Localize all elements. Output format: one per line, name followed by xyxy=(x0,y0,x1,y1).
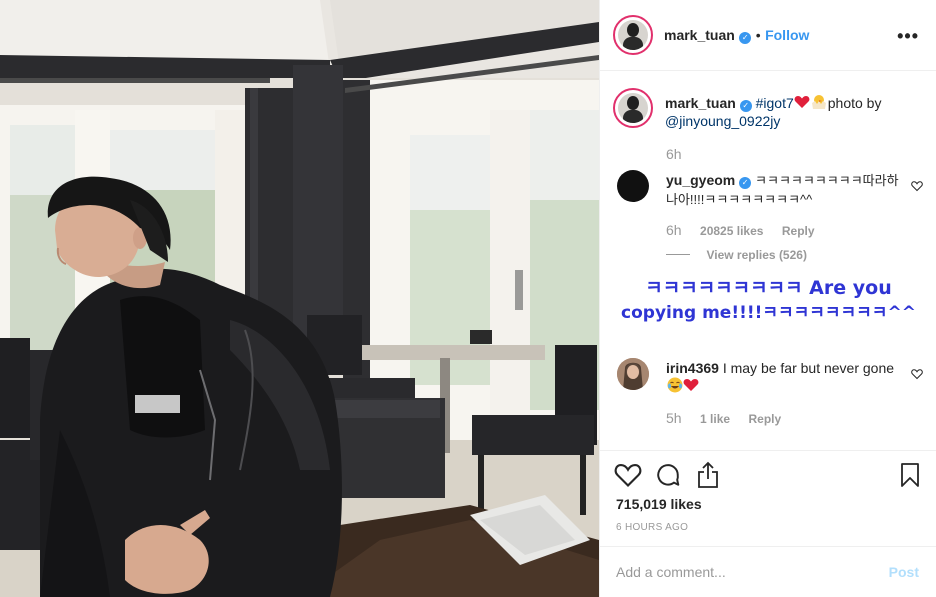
author-avatar[interactable] xyxy=(613,15,653,55)
comment-likes[interactable]: 20825 likes xyxy=(700,224,763,238)
share-icon[interactable] xyxy=(696,461,720,489)
view-replies-label[interactable]: View replies (526) xyxy=(706,248,807,262)
more-options-icon[interactable]: ••• xyxy=(897,26,919,47)
comment-username[interactable]: irin4369 xyxy=(666,360,719,376)
comment-1-meta: 6h 20825 likes Reply xyxy=(666,222,815,240)
comment-like-heart-icon[interactable] xyxy=(911,180,923,192)
author-username[interactable]: mark_tuan xyxy=(664,27,735,43)
caption-mention[interactable]: @jinyoung_0922jy xyxy=(665,113,780,129)
verified-badge-icon: ✓ xyxy=(739,32,752,44)
comment-1: yu_gyeom ✓ ㅋㅋㅋㅋㅋㅋㅋㅋㅋ따라하나아!!!!ㅋㅋㅋㅋㅋㅋㅋㅋ^^ xyxy=(666,171,906,209)
avatar-image xyxy=(617,358,649,390)
likes-count[interactable]: 715,019 likes xyxy=(616,496,702,512)
overlay-line-1: ㅋㅋㅋㅋㅋㅋㅋㅋㅋ Are you xyxy=(645,277,892,299)
hatching-chick-emoji-icon xyxy=(811,95,826,109)
comment-time[interactable]: 6h xyxy=(666,222,682,238)
comment-username[interactable]: yu_gyeom xyxy=(666,172,735,188)
add-comment-input[interactable]: Add a comment... xyxy=(616,564,726,580)
comment-time[interactable]: 5h xyxy=(666,410,682,426)
post-header: mark_tuan ✓ • Follow ••• xyxy=(600,0,936,71)
commenter-avatar[interactable] xyxy=(617,358,649,390)
follow-button[interactable]: Follow xyxy=(765,27,809,43)
caption-username[interactable]: mark_tuan xyxy=(665,95,736,111)
comment-2-meta: 5h 1 like Reply xyxy=(666,410,781,428)
comment-likes[interactable]: 1 like xyxy=(700,412,730,426)
avatar-image xyxy=(618,20,648,50)
post-photo[interactable] xyxy=(0,0,599,597)
header-user-row: mark_tuan ✓ • Follow xyxy=(664,27,809,45)
caption-text: photo by xyxy=(827,95,882,111)
header-dot: • xyxy=(755,27,761,43)
verified-badge-icon: ✓ xyxy=(739,177,752,189)
caption-hashtag[interactable]: #igot7 xyxy=(756,95,794,111)
view-replies[interactable]: View replies (526) xyxy=(666,246,807,264)
save-bookmark-icon[interactable] xyxy=(900,462,920,488)
avatar-image xyxy=(618,93,648,123)
comment-reply-button[interactable]: Reply xyxy=(749,412,782,426)
caption-author-avatar[interactable] xyxy=(613,88,653,128)
add-comment-bar: Add a comment... Post xyxy=(600,546,936,597)
comment-bubble-icon[interactable] xyxy=(655,462,681,488)
comment-like-heart-icon[interactable] xyxy=(911,368,923,380)
overlay-annotation: ㅋㅋㅋㅋㅋㅋㅋㅋㅋ Are you copying me!!!!ㅋㅋㅋㅋㅋㅋㅋㅋ… xyxy=(600,276,936,326)
post-caption: mark_tuan ✓ #igot7 photo by @jinyoung_092… xyxy=(665,94,915,130)
red-heart-emoji-icon xyxy=(683,379,699,391)
post-comment-button[interactable]: Post xyxy=(889,564,919,580)
crying-laughing-emoji-icon xyxy=(667,377,683,393)
caption-time[interactable]: 6h xyxy=(666,146,682,162)
comment-reply-button[interactable]: Reply xyxy=(782,224,815,238)
post-actions: 715,019 likes 6 HOURS AGO xyxy=(600,450,936,546)
comment-2: irin4369 I may be far but never gone xyxy=(666,359,906,395)
overlay-line-2: copying me!!!!ㅋㅋㅋㅋㅋㅋㅋㅋ^^ xyxy=(621,303,916,323)
post-timestamp[interactable]: 6 HOURS AGO xyxy=(616,522,688,533)
replies-divider-line xyxy=(666,254,690,255)
verified-badge-icon: ✓ xyxy=(739,100,752,112)
photo-scene xyxy=(0,0,599,597)
red-heart-emoji-icon xyxy=(794,96,810,108)
comment-body: I may be far but never gone xyxy=(722,360,895,376)
like-heart-icon[interactable] xyxy=(614,462,642,488)
commenter-avatar[interactable] xyxy=(617,170,649,202)
post-side-panel: mark_tuan ✓ • Follow ••• mark_tuan ✓ #ig… xyxy=(599,0,936,597)
